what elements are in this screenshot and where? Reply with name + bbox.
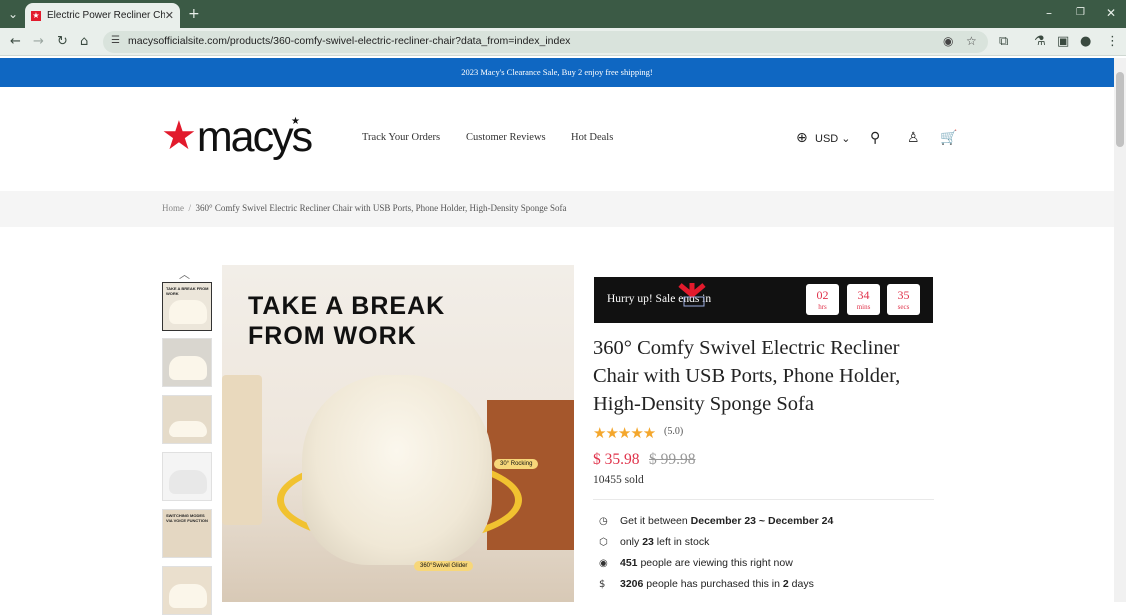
- main-product-image[interactable]: TAKE A BREAK FROM WORK 30° Rocking 360°Sw…: [222, 265, 574, 602]
- sale-price: $ 35.98: [593, 451, 640, 468]
- stock-info: ⬡ only 23 left in stock: [599, 536, 710, 548]
- back-icon[interactable]: ←: [10, 34, 21, 49]
- close-window-icon[interactable]: ✕: [1106, 6, 1116, 20]
- breadcrumb-current: 360° Comfy Swivel Electric Recliner Chai…: [195, 203, 567, 213]
- image-lamp: [222, 375, 262, 525]
- breadcrumb-separator: /: [188, 203, 192, 213]
- thumbnail-3[interactable]: [162, 395, 212, 444]
- page-scrollbar[interactable]: [1114, 58, 1126, 602]
- url-field[interactable]: ☰ macysofficialsite.com/products/360-com…: [103, 31, 988, 53]
- favicon-star-icon: ★: [31, 10, 41, 21]
- restore-icon[interactable]: ❐: [1076, 7, 1085, 18]
- clock-icon: ◷: [599, 515, 608, 527]
- box-icon: ⬡: [599, 536, 608, 548]
- home-icon[interactable]: ⌂: [80, 34, 88, 49]
- scrollbar-thumb[interactable]: [1116, 72, 1124, 147]
- extensions-icon[interactable]: ⧉: [999, 34, 1008, 49]
- nav-hot-deals[interactable]: Hot Deals: [571, 132, 613, 143]
- macys-logo[interactable]: ★ macys ★: [161, 113, 313, 159]
- forward-icon[interactable]: →: [33, 34, 44, 49]
- search-icon[interactable]: ⚲: [870, 130, 880, 146]
- thumbnail-1[interactable]: TAKE A BREAK FROM WORK: [162, 282, 212, 331]
- thumbnail-2[interactable]: [162, 338, 212, 387]
- countdown-hours: 02 hrs: [806, 284, 839, 315]
- chevron-down-icon: ⌄: [841, 133, 851, 145]
- browser-menu-icon[interactable]: ⋮: [1106, 34, 1119, 49]
- url-text: macysofficialsite.com/products/360-comfy…: [128, 35, 571, 47]
- globe-icon[interactable]: ⊕: [796, 130, 808, 146]
- gift-cart-icon: [678, 283, 706, 307]
- image-headline: TAKE A BREAK FROM WORK: [248, 292, 446, 350]
- thumbnail-up-arrow-icon[interactable]: ︿: [179, 266, 190, 282]
- breadcrumb: Home / 360° Comfy Swivel Electric Reclin…: [0, 191, 1114, 227]
- currency-selector[interactable]: USD ⌄: [815, 132, 851, 145]
- logo-star-icon: ★: [161, 113, 197, 159]
- thumbnail-5[interactable]: SWITCHING MODES VIA VOICE FUNCTION: [162, 509, 212, 558]
- rating-value[interactable]: (5.0): [664, 426, 683, 437]
- countdown-secs: 35 secs: [887, 284, 920, 315]
- divider: [593, 499, 934, 500]
- thumbnail-4[interactable]: [162, 452, 212, 501]
- thumbnail-6[interactable]: [162, 566, 212, 615]
- breadcrumb-home[interactable]: Home: [162, 203, 184, 213]
- delivery-info: ◷ Get it between December 23 ~ December …: [599, 515, 834, 527]
- logo-small-star-icon: ★: [291, 116, 300, 127]
- side-panel-icon[interactable]: ▣: [1057, 34, 1069, 49]
- address-bar-row: ← → ↻ ⌂ ☰ macysofficialsite.com/products…: [0, 28, 1126, 56]
- labs-icon[interactable]: ⚗: [1034, 34, 1046, 49]
- site-info-icon[interactable]: ☰: [111, 35, 120, 46]
- nav-customer-reviews[interactable]: Customer Reviews: [466, 132, 546, 143]
- profile-icon[interactable]: ●: [1080, 34, 1091, 49]
- sold-count: 10455 sold: [593, 474, 644, 486]
- tab-title: Electric Power Recliner Chair 36...: [47, 10, 165, 21]
- product-title: 360° Comfy Swivel Electric Recliner Chai…: [593, 337, 901, 415]
- sale-countdown: Hurry up! Sale ends in 02 hrs 34 mins 35 se…: [594, 277, 933, 323]
- eye-off-icon[interactable]: ◉: [943, 34, 953, 48]
- countdown-mins: 34 mins: [847, 284, 880, 315]
- rating-stars-icon: ★★★★★: [593, 424, 656, 442]
- thumbnail-text: TAKE A BREAK FROM WORK: [166, 286, 209, 296]
- tab-list-icon[interactable]: ⌄: [8, 7, 18, 21]
- browser-tabstrip: ⌄ ★ Electric Power Recliner Chair 36... …: [0, 0, 1126, 28]
- browser-tab[interactable]: ★ Electric Power Recliner Chair 36... ✕: [25, 3, 180, 28]
- bookmark-star-icon[interactable]: ☆: [966, 34, 977, 48]
- new-tab-icon[interactable]: +: [188, 6, 200, 22]
- account-icon[interactable]: ♙: [907, 130, 920, 146]
- reload-icon[interactable]: ↻: [57, 34, 68, 49]
- image-glider-tag: 360°Swivel Glider: [414, 561, 474, 571]
- image-rocking-tag: 30° Rocking: [494, 459, 539, 469]
- eye-icon: ◉: [599, 557, 608, 569]
- minimize-icon[interactable]: –: [1046, 6, 1052, 20]
- thumbnail-text: SWITCHING MODES VIA VOICE FUNCTION: [166, 513, 208, 523]
- purchases-info: $ 3206 people has purchased this in 2 da…: [599, 578, 814, 590]
- viewers-info: ◉ 451 people are viewing this right now: [599, 557, 793, 569]
- cart-icon[interactable]: 🛒: [940, 130, 957, 146]
- promo-banner: 2023 Macy's Clearance Sale, Buy 2 enjoy …: [0, 58, 1114, 87]
- nav-track-orders[interactable]: Track Your Orders: [362, 132, 440, 143]
- currency-label: USD: [815, 133, 839, 145]
- image-chair: [302, 375, 492, 565]
- dollar-icon: $: [599, 578, 606, 590]
- close-tab-icon[interactable]: ✕: [165, 9, 174, 22]
- original-price: $ 99.98: [649, 451, 696, 468]
